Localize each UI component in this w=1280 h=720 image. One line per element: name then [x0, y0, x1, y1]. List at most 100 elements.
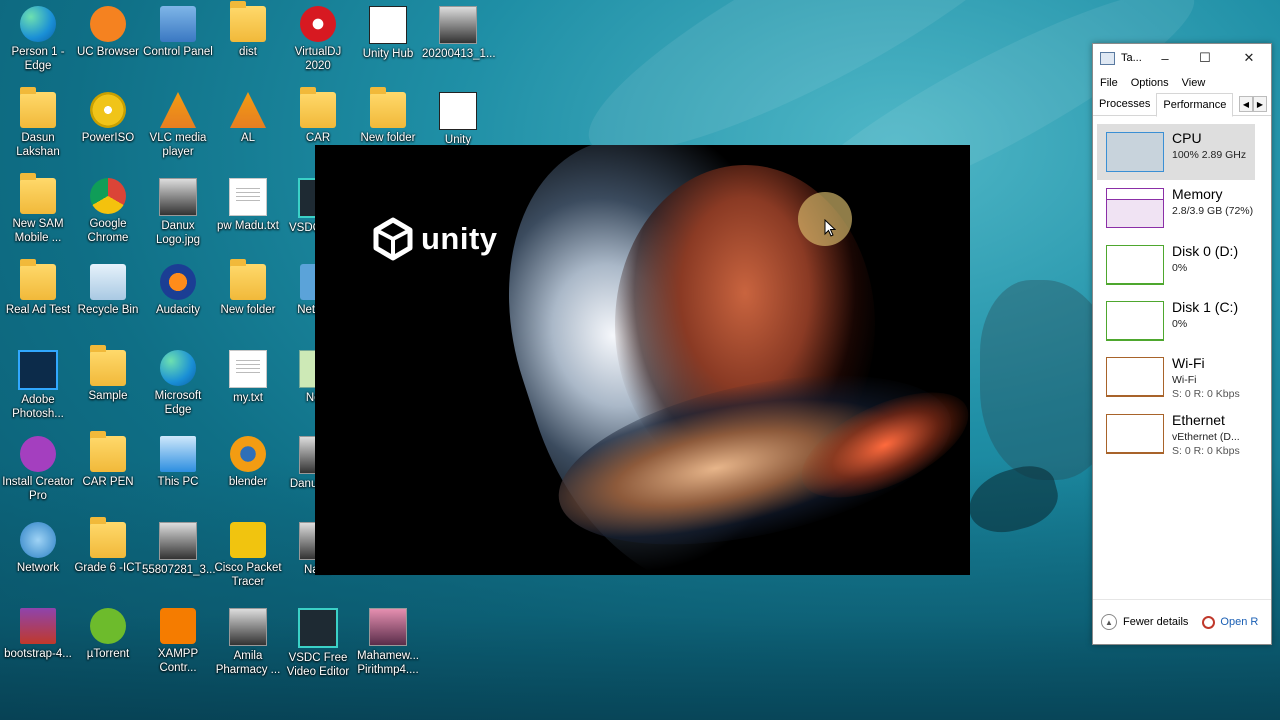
- window-title: Ta...: [1121, 52, 1142, 64]
- desktop-icon[interactable]: PowerISO: [72, 92, 144, 145]
- desktop-icon-label: Real Ad Test: [5, 304, 71, 316]
- perf-item-line1: Wi-Fi: [1172, 374, 1197, 387]
- desktop-icon[interactable]: Mahamew... Pirithmp4....: [352, 608, 424, 677]
- perf-graph: [1106, 300, 1164, 341]
- desktop-icon-label: Adobe Photosh...: [12, 394, 64, 420]
- desktop-icon[interactable]: my.txt: [212, 350, 284, 405]
- desktop-icon[interactable]: blender: [212, 436, 284, 489]
- desktop-icon[interactable]: Grade 6 -ICT: [72, 517, 144, 575]
- tab-scroll-right-icon[interactable]: ▶: [1253, 96, 1267, 112]
- this-pc-icon: [160, 436, 196, 472]
- desktop-icon[interactable]: Cisco Packet Tracer: [212, 522, 284, 589]
- desktop-icon[interactable]: New SAM Mobile ...: [2, 173, 74, 245]
- perf-item-memory[interactable]: Memory 2.8/3.9 GB (72%): [1097, 180, 1255, 236]
- desktop-icon[interactable]: Sample: [72, 345, 144, 403]
- perf-graph-fill: [1107, 338, 1163, 340]
- perf-item-cpu[interactable]: CPU 100% 2.89 GHz: [1097, 124, 1255, 180]
- minimize-button[interactable]: –: [1145, 44, 1185, 72]
- desktop-icon-label: Audacity: [155, 304, 201, 316]
- desktop-icon-label: This PC: [157, 476, 199, 488]
- zip-folder-icon: [20, 173, 56, 214]
- text-file-icon: [229, 350, 267, 388]
- desktop-icon[interactable]: Adobe Photosh...: [2, 350, 74, 421]
- perf-item-ethernet[interactable]: Ethernet vEthernet (D... S: 0 R: 0 Kbps: [1097, 406, 1255, 462]
- desktop-icon-label: Mahamew... Pirithmp4....: [357, 650, 419, 676]
- close-button[interactable]: ✕: [1229, 44, 1269, 72]
- perf-graph-fill: [1107, 451, 1163, 453]
- desktop-icon[interactable]: 55807281_3...: [142, 522, 216, 577]
- desktop-icon[interactable]: Microsoft Edge: [142, 350, 214, 417]
- desktop-icon-label: Amila Pharmacy ...: [215, 650, 281, 676]
- desktop-icon[interactable]: dist: [212, 1, 284, 59]
- desktop-icon[interactable]: UC Browser: [72, 6, 144, 59]
- desktop-icon[interactable]: Amila Pharmacy ...: [212, 608, 284, 677]
- desktop-icon[interactable]: Recycle Bin: [72, 264, 144, 317]
- unity-icon: [439, 92, 477, 130]
- desktop-icon[interactable]: Unity: [422, 92, 494, 147]
- perf-item-name: Disk 1 (C:): [1172, 298, 1239, 315]
- desktop-icon[interactable]: Unity Hub: [352, 6, 424, 61]
- desktop-icon-label: VSDC Free Video Editor: [286, 652, 350, 678]
- desktop-icon[interactable]: Install Creator Pro: [2, 436, 74, 503]
- utorrent-icon: [90, 608, 126, 644]
- control-panel-icon: [160, 6, 196, 42]
- perf-item-disk-0-d[interactable]: Disk 0 (D:) 0%: [1097, 237, 1255, 293]
- desktop-icon[interactable]: New folder: [212, 259, 284, 317]
- desktop-icon[interactable]: CAR: [282, 87, 354, 145]
- unity-cube-icon: [373, 217, 413, 261]
- desktop-icon-label: CAR: [305, 132, 331, 144]
- installer-icon: [20, 436, 56, 472]
- desktop-icon[interactable]: New folder: [352, 87, 424, 145]
- desktop-icon[interactable]: AL: [212, 92, 284, 145]
- desktop-icon[interactable]: pw Madu.txt: [212, 178, 284, 233]
- desktop-icon[interactable]: µTorrent: [72, 608, 144, 661]
- desktop-icon[interactable]: Person 1 - Edge: [2, 6, 74, 73]
- unity-logo: unity: [371, 217, 498, 261]
- network-icon: [20, 522, 56, 558]
- perf-item-wi-fi[interactable]: Wi-Fi Wi-Fi S: 0 R: 0 Kbps: [1097, 349, 1255, 405]
- perf-item-name: Ethernet: [1172, 411, 1225, 428]
- desktop-icon[interactable]: bootstrap-4...: [2, 608, 74, 661]
- zip-folder-icon: [90, 517, 126, 558]
- desktop-icon-label: bootstrap-4...: [4, 648, 72, 660]
- uc-browser-icon: [90, 6, 126, 42]
- desktop-icon-label: Google Chrome: [87, 218, 129, 244]
- open-resource-monitor-link[interactable]: Open R: [1202, 615, 1258, 629]
- desktop-icon[interactable]: CAR PEN: [72, 431, 144, 489]
- menu-view[interactable]: View: [1182, 77, 1206, 89]
- maximize-button[interactable]: ☐: [1185, 44, 1225, 72]
- desktop-icon[interactable]: Control Panel: [142, 6, 214, 59]
- vlc-icon: [160, 92, 196, 128]
- perf-graph-fill: [1107, 132, 1163, 171]
- desktop-icon[interactable]: Real Ad Test: [2, 259, 74, 317]
- desktop-icon[interactable]: VirtualDJ 2020: [282, 6, 354, 73]
- perf-graph: [1106, 357, 1164, 398]
- tab-performance[interactable]: Performance: [1156, 92, 1234, 117]
- desktop-icon[interactable]: Dasun Lakshan: [2, 87, 74, 159]
- desktop-icon[interactable]: VSDC Free Video Editor: [282, 608, 354, 679]
- text-file-icon: [229, 178, 267, 216]
- desktop-icon[interactable]: Google Chrome: [72, 178, 144, 245]
- desktop-icon[interactable]: VLC media player: [142, 92, 214, 159]
- desktop-icon[interactable]: Audacity: [142, 264, 214, 317]
- desktop-icon-label: New SAM Mobile ...: [12, 218, 64, 244]
- edge-icon: [20, 6, 56, 42]
- desktop-icon-label: New folder: [360, 132, 416, 144]
- performance-list: CPU 100% 2.89 GHz Memory 2.8/3.9 GB (72%) Di…: [1093, 116, 1271, 536]
- perf-item-name: Memory: [1172, 186, 1223, 203]
- tab-processes[interactable]: Processes: [1093, 93, 1156, 115]
- perf-item-disk-1-c[interactable]: Disk 1 (C:) 0%: [1097, 293, 1255, 349]
- desktop-icon-label: Network: [16, 562, 60, 574]
- desktop-icon-label: Recycle Bin: [77, 304, 139, 316]
- fewer-details-button[interactable]: ▲ Fewer details: [1101, 614, 1188, 630]
- desktop-icon[interactable]: Network: [2, 522, 74, 575]
- tab-scroll-left-icon[interactable]: ◀: [1239, 96, 1253, 112]
- desktop-icon-label: Install Creator Pro: [2, 476, 74, 502]
- desktop-icon[interactable]: XAMPP Contr...: [142, 608, 214, 675]
- desktop-icon[interactable]: Danux Logo.jpg: [142, 178, 214, 247]
- virtualdj-icon: [300, 6, 336, 42]
- menu-options[interactable]: Options: [1131, 77, 1169, 89]
- menu-file[interactable]: File: [1100, 77, 1118, 89]
- desktop-icon[interactable]: 20200413_1...: [422, 6, 496, 61]
- desktop-icon[interactable]: This PC: [142, 436, 214, 489]
